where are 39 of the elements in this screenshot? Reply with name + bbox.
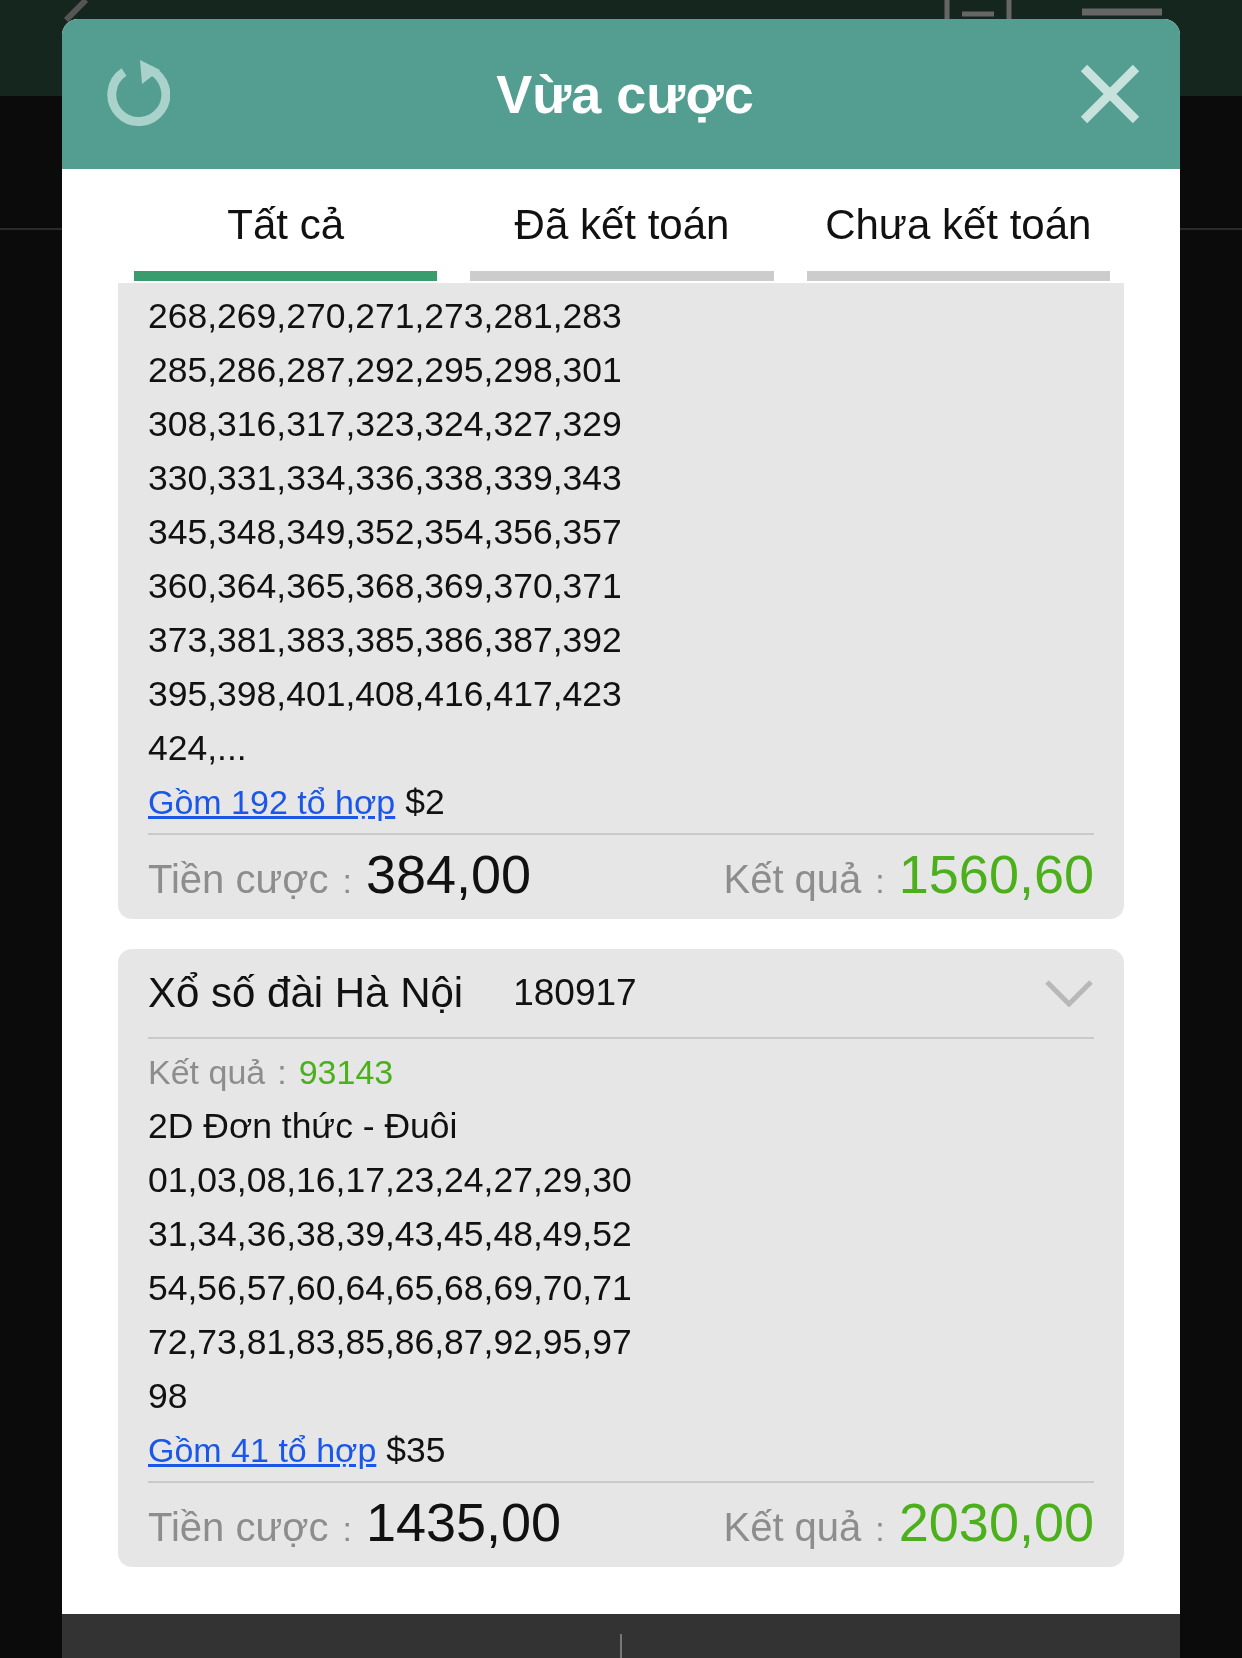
result-label: Kết quả (723, 1505, 862, 1550)
number-list: 31,34,36,38,39,43,45,48,49,52 (148, 1207, 1094, 1261)
colon: : (875, 862, 885, 901)
combination-link[interactable]: Gồm 192 tổ hợp (148, 775, 396, 829)
stake-amount: 1435,00 (365, 1491, 562, 1553)
number-list: 268,269,270,271,273,281,283 (148, 289, 1094, 343)
number-list: 424,... (148, 721, 1094, 775)
number-list: 308,316,317,323,324,327,329 (148, 397, 1094, 451)
number-list: 345,348,349,352,354,356,357 (148, 505, 1094, 559)
number-list: 395,398,401,408,416,417,423 (148, 667, 1094, 721)
stake-amount: 384,00 (365, 843, 532, 905)
result-label: Kết quả (148, 1052, 266, 1093)
unit-amount: $2 (405, 781, 445, 824)
chevron-down-icon[interactable] (1044, 979, 1094, 1007)
colon: : (277, 1052, 287, 1093)
lottery-name: Xổ số đài Hà Nội (148, 969, 464, 1017)
number-list: 98 (148, 1369, 1094, 1423)
number-list: 72,73,81,83,85,86,87,92,95,97 (148, 1315, 1094, 1369)
number-list: 360,364,365,368,369,370,371 (148, 559, 1094, 613)
combination-link[interactable]: Gồm 41 tổ hợp (148, 1423, 377, 1477)
close-icon[interactable] (1080, 64, 1140, 124)
payout-amount: 1560,60 (898, 843, 1094, 905)
result-number: 93143 (298, 1052, 394, 1093)
number-list: 373,381,383,385,386,387,392 (148, 613, 1094, 667)
bet-type: 2D Đơn thức - Đuôi (148, 1105, 459, 1148)
number-list: 01,03,08,16,17,23,24,27,29,30 (148, 1153, 1094, 1207)
unit-amount: $35 (386, 1429, 446, 1472)
result-label: Kết quả (723, 857, 862, 902)
colon: : (342, 1510, 352, 1549)
colon: : (342, 862, 352, 901)
number-list: 285,286,287,292,295,298,301 (148, 343, 1094, 397)
stake-label: Tiền cược (148, 1505, 329, 1550)
stake-label: Tiền cược (148, 857, 329, 902)
number-list: 54,56,57,60,64,65,68,69,70,71 (148, 1261, 1094, 1315)
number-list: 330,331,334,336,338,339,343 (148, 451, 1094, 505)
dialog-title: Vừa cược (496, 63, 754, 125)
colon: : (875, 1510, 885, 1549)
payout-amount: 2030,00 (898, 1491, 1094, 1553)
draw-number: 180917 (513, 972, 638, 1014)
